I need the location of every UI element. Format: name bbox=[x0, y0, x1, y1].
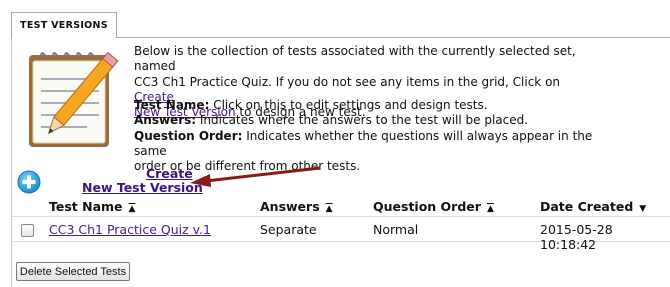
col-test-name[interactable]: Test Name ▲ bbox=[49, 199, 135, 214]
help-term: Answers: bbox=[134, 113, 197, 128]
col-date-created[interactable]: Date Created ▼ bbox=[540, 199, 646, 214]
help-term: Test Name: bbox=[134, 98, 210, 112]
col-question-order[interactable]: Question Order ▲ bbox=[373, 199, 494, 214]
col-label: Date Created bbox=[540, 199, 634, 214]
description-line1: Below is the collection of tests associa… bbox=[134, 44, 576, 74]
tab-label: TEST VERSIONS bbox=[20, 20, 108, 31]
col-label: Test Name bbox=[49, 199, 123, 214]
panel-border bbox=[11, 37, 12, 287]
col-label: Question Order bbox=[373, 199, 481, 214]
sort-desc-icon[interactable]: ▼ bbox=[639, 204, 646, 214]
help-answers: Answers: Indicates where the answers to … bbox=[134, 113, 614, 128]
help-test-name: Test Name: Click on this to edit setting… bbox=[134, 98, 614, 113]
tab-divider bbox=[117, 37, 670, 38]
answers-cell: Separate bbox=[260, 222, 317, 237]
help-list: Test Name: Click on this to edit setting… bbox=[134, 98, 614, 174]
date-created-cell: 2015-05-28 10:18:42 bbox=[540, 222, 613, 252]
sort-icon[interactable]: ▲ bbox=[129, 204, 136, 214]
test-name-link[interactable]: CC3 Ch1 Practice Quiz v.1 bbox=[49, 222, 211, 237]
add-icon[interactable] bbox=[17, 170, 41, 194]
question-order-cell: Normal bbox=[373, 222, 419, 237]
description-text: CC3 Ch1 Practice Quiz. If you do not see… bbox=[134, 74, 561, 89]
col-answers[interactable]: Answers ▲ bbox=[260, 199, 333, 214]
help-term: Question Order: bbox=[134, 128, 243, 143]
delete-selected-tests-button[interactable]: Delete Selected Tests bbox=[16, 262, 130, 281]
table-row: CC3 Ch1 Practice Quiz v.1 Separate Norma… bbox=[12, 216, 670, 252]
help-text: Indicates where the answers to the test … bbox=[196, 113, 529, 128]
col-label: Answers bbox=[260, 199, 320, 214]
sort-icon[interactable]: ▲ bbox=[487, 204, 494, 214]
annotation-arrow bbox=[186, 164, 326, 192]
help-question-order: Question Order: Indicates whether the qu… bbox=[134, 129, 614, 160]
sort-icon[interactable]: ▲ bbox=[326, 204, 333, 214]
table-header: Test Name ▲ Answers ▲ Question Order ▲ Date… bbox=[12, 196, 670, 216]
notepad-pencil-icon bbox=[17, 45, 123, 155]
row-checkbox[interactable] bbox=[21, 224, 34, 237]
tab-test-versions[interactable]: TEST VERSIONS bbox=[11, 12, 117, 38]
new-test-version-link[interactable]: New Test Version bbox=[82, 180, 203, 195]
help-text: Click on this to edit settings and desig… bbox=[209, 98, 488, 112]
